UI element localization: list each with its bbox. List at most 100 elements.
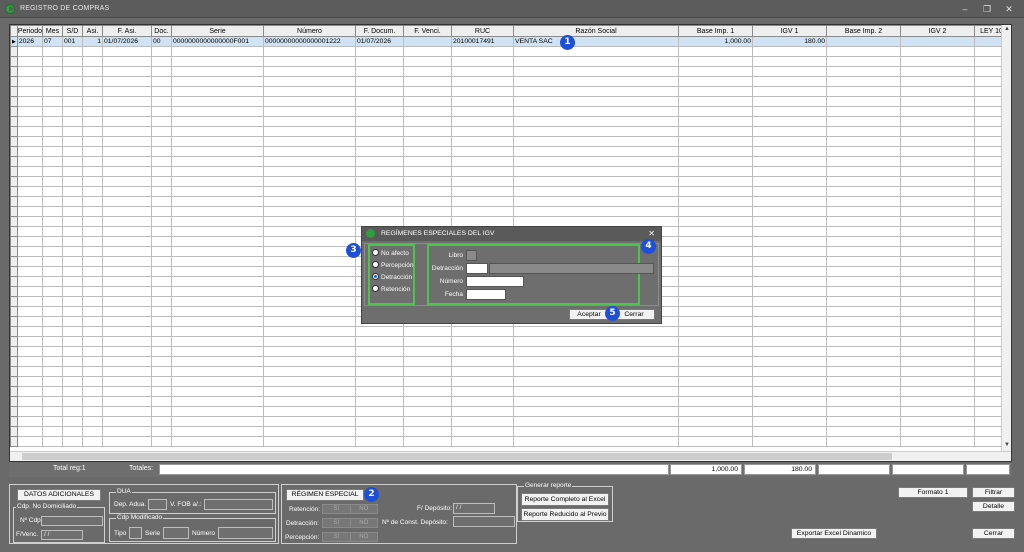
table-cell[interactable]: 20100017491 xyxy=(451,36,514,47)
empty-cell xyxy=(151,276,172,287)
table-cell[interactable]: VENTA SAC xyxy=(513,36,679,47)
tipo-input[interactable] xyxy=(129,527,142,539)
scroll-up-icon[interactable]: ▲ xyxy=(1003,26,1011,34)
datos-adicionales-button[interactable]: DATOS ADICIONALES xyxy=(17,489,101,501)
empty-cell xyxy=(678,386,753,397)
numero-input[interactable] xyxy=(218,527,273,539)
filtrar-button[interactable]: Filtrar xyxy=(972,487,1015,498)
table-cell[interactable] xyxy=(403,36,452,47)
percepcion-si[interactable]: SI xyxy=(323,533,350,541)
retencion-toggle[interactable]: SI NO xyxy=(322,504,378,514)
empty-cell xyxy=(826,326,901,337)
column-header[interactable]: Razón Social xyxy=(513,25,679,37)
table-cell[interactable]: 00 xyxy=(151,36,172,47)
horizontal-scrollbar[interactable] xyxy=(10,451,1011,461)
empty-cell xyxy=(752,206,827,217)
empty-cell xyxy=(355,206,404,217)
regimen-especial-button[interactable]: RÉGIMEN ESPECIAL xyxy=(286,489,364,501)
column-header[interactable]: Base Imp. 1 xyxy=(678,25,753,37)
empty-cell xyxy=(16,426,44,437)
table-cell[interactable]: 180.00 xyxy=(752,36,827,47)
table-cell[interactable]: 01/07/2026 xyxy=(355,36,404,47)
table-cell[interactable] xyxy=(900,36,975,47)
retencion-no[interactable]: NO xyxy=(349,505,378,513)
empty-cell xyxy=(171,156,264,167)
empty-cell xyxy=(102,226,152,237)
table-cell[interactable]: 1,000.00 xyxy=(678,36,753,47)
scroll-down-icon[interactable]: ▼ xyxy=(1003,442,1011,450)
generar-reporte-group: Generar reporte Reporte Completo al Exce… xyxy=(517,482,613,522)
table-row[interactable]: ▶ 2026 07 001 1 01/07/2026 00 0000000000000000F… xyxy=(10,36,1009,47)
column-header[interactable]: Doc. xyxy=(151,25,172,37)
exportar-excel-button[interactable]: Exportar Excel Dinamico xyxy=(791,528,877,539)
percepcion-toggle[interactable]: SI NO xyxy=(322,532,378,542)
minimize-icon[interactable]: – xyxy=(958,3,972,15)
empty-cell xyxy=(752,356,827,367)
column-header[interactable]: Base Imp. 2 xyxy=(826,25,901,37)
empty-cell xyxy=(355,156,404,167)
dep-adua-input[interactable] xyxy=(148,499,167,510)
option-no-afecto[interactable]: No afecto xyxy=(372,249,409,257)
reporte-completo-button[interactable]: Reporte Completo al Excel xyxy=(521,493,609,506)
column-header[interactable]: RUC xyxy=(451,25,514,37)
cerrar-button[interactable]: Cerrar xyxy=(972,528,1015,539)
reporte-reducido-button[interactable]: Reporte Reducido al Previo xyxy=(521,508,609,521)
fvenc-input[interactable]: / / xyxy=(41,530,83,540)
empty-cell xyxy=(42,86,63,97)
table-cell[interactable]: 00000000000000001222 xyxy=(263,36,356,47)
vertical-scrollbar[interactable]: ▲ ▼ xyxy=(1001,25,1011,451)
column-header[interactable]: S/D xyxy=(62,25,83,37)
aceptar-button[interactable]: Aceptar xyxy=(569,309,609,320)
column-header[interactable]: F. Docum. xyxy=(355,25,404,37)
column-header[interactable]: IGV 1 xyxy=(752,25,827,37)
empty-cell xyxy=(451,326,514,337)
fecha-input[interactable] xyxy=(466,289,506,300)
retencion-si[interactable]: SI xyxy=(323,505,350,513)
detraccion-code-input[interactable] xyxy=(466,263,488,274)
close-icon[interactable]: ✕ xyxy=(1002,3,1016,15)
empty-cell xyxy=(513,376,679,387)
empty-cell xyxy=(62,416,83,427)
column-header[interactable]: IGV 2 xyxy=(900,25,975,37)
option-retencion[interactable]: Retención xyxy=(372,285,410,293)
column-header[interactable]: Asi. xyxy=(82,25,103,37)
numero-field-input[interactable] xyxy=(466,276,524,287)
percepcion-no[interactable]: NO xyxy=(349,533,378,541)
dialog-close-icon[interactable]: ✕ xyxy=(648,229,655,238)
column-header[interactable]: Número xyxy=(263,25,356,37)
table-cell[interactable]: 0000000000000000F001 xyxy=(171,36,264,47)
table-cell[interactable]: 07 xyxy=(42,36,63,47)
table-cell[interactable]: 2026 xyxy=(16,36,44,47)
empty-cell xyxy=(513,186,679,197)
column-header[interactable]: F. Venci. xyxy=(403,25,452,37)
n-cdp-input[interactable] xyxy=(41,516,103,526)
table-cell[interactable]: 001 xyxy=(62,36,83,47)
vfob-input[interactable] xyxy=(204,499,273,510)
detraccion-si[interactable]: SI xyxy=(323,519,350,527)
nconst-input[interactable] xyxy=(453,516,515,527)
serie-input[interactable] xyxy=(163,527,189,539)
detraccion-no[interactable]: NO xyxy=(349,519,378,527)
option-percepcion[interactable]: Percepción xyxy=(372,261,414,269)
column-header[interactable]: Periodo xyxy=(16,25,44,37)
table-cell[interactable]: 1 xyxy=(82,36,103,47)
table-cell[interactable] xyxy=(826,36,901,47)
restore-icon[interactable]: ❐ xyxy=(980,3,994,15)
detalle-button[interactable]: Detalle xyxy=(972,501,1015,512)
option-detraccion[interactable]: Detracción xyxy=(372,273,412,281)
column-header[interactable]: F. Asi. xyxy=(102,25,152,37)
empty-cell xyxy=(42,356,63,367)
scroll-thumb[interactable] xyxy=(22,453,892,460)
empty-cell xyxy=(678,296,753,307)
empty-cell xyxy=(62,156,83,167)
table-cell[interactable]: 01/07/2026 xyxy=(102,36,152,47)
column-header[interactable]: Mes xyxy=(42,25,63,37)
empty-cell xyxy=(16,196,44,207)
fdeposito-input[interactable]: / / xyxy=(453,503,495,514)
column-header[interactable]: Serie xyxy=(171,25,264,37)
detraccion-toggle[interactable]: SI NO xyxy=(322,518,378,528)
empty-row xyxy=(10,96,1009,107)
formato-button[interactable]: Formato 1 xyxy=(898,487,968,498)
empty-cell xyxy=(263,326,356,337)
libro-input[interactable] xyxy=(466,250,477,261)
